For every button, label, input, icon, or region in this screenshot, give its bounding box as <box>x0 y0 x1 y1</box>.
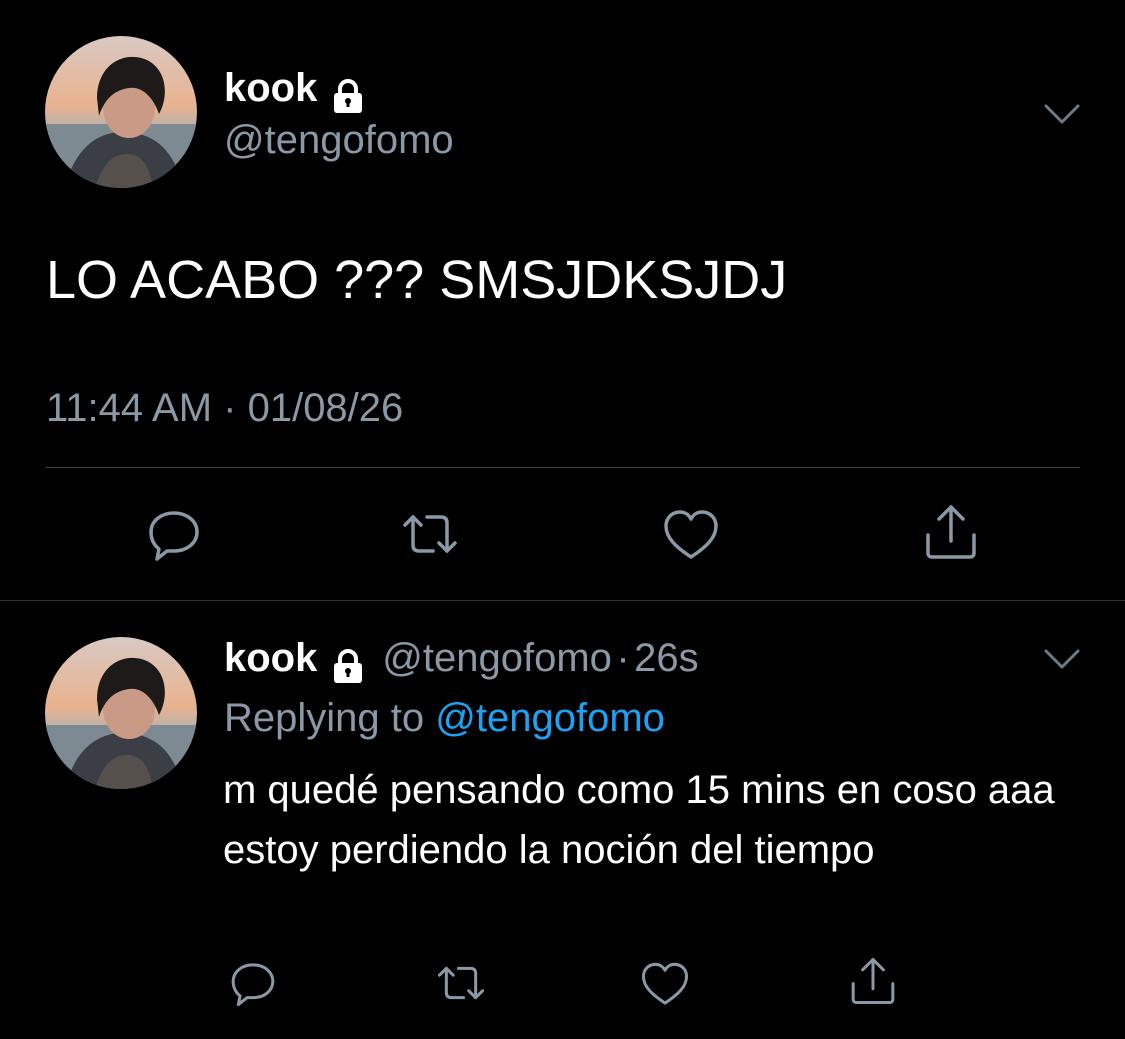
section-divider <box>0 600 1125 601</box>
avatar-photo <box>45 637 197 789</box>
display-name[interactable]: kook <box>224 636 317 680</box>
username-handle[interactable]: @tengofomo <box>224 116 454 164</box>
divider <box>46 467 1080 468</box>
reply-icon[interactable] <box>228 958 278 1008</box>
reply-icon[interactable] <box>145 505 203 563</box>
tweet-timestamp[interactable]: 11:44 AM · 01/08/26 <box>46 384 403 432</box>
chevron-down-icon[interactable] <box>1042 645 1082 673</box>
author-row: kook <box>224 64 368 117</box>
retweet-icon[interactable] <box>436 958 486 1008</box>
tweet-text: LO ACABO ??? SMSJDKSJDJ <box>46 250 788 310</box>
share-icon[interactable] <box>922 503 980 561</box>
share-icon[interactable] <box>848 956 898 1006</box>
mention-link[interactable]: @tengofomo <box>435 696 665 740</box>
lock-icon <box>322 76 368 117</box>
tweet-age[interactable]: 26s <box>634 634 699 682</box>
display-name[interactable]: kook <box>224 66 317 110</box>
tweet-text: m quedé pensando como 15 mins en coso aa… <box>223 768 1055 872</box>
reply-header: kook @tengofomo · 26s <box>224 634 699 687</box>
chevron-down-icon[interactable] <box>1042 100 1082 128</box>
like-icon[interactable] <box>640 960 690 1010</box>
avatar-photo <box>45 36 197 188</box>
retweet-icon[interactable] <box>401 505 459 563</box>
lock-icon <box>322 646 378 687</box>
replying-prefix: Replying to <box>224 696 425 740</box>
like-icon[interactable] <box>662 507 720 565</box>
avatar[interactable] <box>45 637 197 789</box>
replying-to-line: Replying to @tengofomo <box>224 694 665 742</box>
avatar[interactable] <box>45 36 197 188</box>
username-handle[interactable]: @tengofomo <box>382 634 612 682</box>
separator-dot: · <box>616 636 630 680</box>
